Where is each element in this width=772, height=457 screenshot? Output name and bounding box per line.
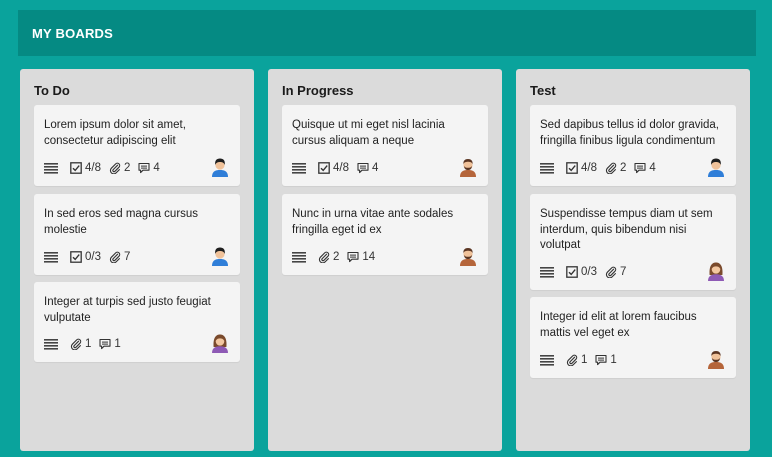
comment-icon <box>595 354 607 366</box>
checklist-count: 4/8 <box>70 162 101 174</box>
comment-count: 4 <box>138 162 160 174</box>
boards-title[interactable]: MY BOARDS <box>32 26 113 41</box>
card[interactable]: Suspendisse tempus diam ut sem interdum,… <box>530 194 736 290</box>
card-meta: 4/8 2 4 <box>44 160 230 176</box>
description-lines-icon <box>292 251 306 263</box>
description-lines-icon <box>540 266 554 278</box>
checklist-count: 4/8 <box>566 162 597 174</box>
avatar-man-dark-hair-icon[interactable] <box>210 246 230 266</box>
description-lines-icon <box>292 162 306 174</box>
card[interactable]: In sed eros sed magna cursus molestie 0/… <box>34 194 240 275</box>
comment-icon <box>357 162 369 174</box>
card[interactable]: Nunc in urna vitae ante sodales fringill… <box>282 194 488 275</box>
column-title: In Progress <box>282 83 354 98</box>
column-in-progress: In Progress Quisque ut mi eget nisl laci… <box>268 69 502 451</box>
attachment-count: 2 <box>109 162 130 174</box>
card-text: In sed eros sed magna cursus molestie <box>44 208 199 236</box>
attachment-count: 7 <box>605 266 626 278</box>
comment-icon <box>347 251 359 263</box>
checkbox-icon <box>566 266 578 278</box>
avatar-man-beard-icon[interactable] <box>458 246 478 266</box>
card-text: Integer id elit at lorem faucibus mattis… <box>540 311 697 339</box>
card-meta: 1 1 <box>540 352 726 368</box>
board-columns: To Do Lorem ipsum dolor sit amet, consec… <box>20 69 750 451</box>
checklist-count: 0/3 <box>70 251 101 263</box>
card-text: Suspendisse tempus diam ut sem interdum,… <box>540 208 713 251</box>
description-lines-icon <box>44 162 58 174</box>
card[interactable]: Lorem ipsum dolor sit amet, consectetur … <box>34 105 240 186</box>
card-text: Lorem ipsum dolor sit amet, consectetur … <box>44 119 186 147</box>
description-lines-icon <box>44 251 58 263</box>
checkbox-icon <box>70 251 82 263</box>
checklist-count: 0/3 <box>566 266 597 278</box>
paperclip-icon <box>109 162 121 174</box>
checklist-count: 4/8 <box>318 162 349 174</box>
comment-count: 4 <box>357 162 378 174</box>
card-meta: 4/8 4 <box>292 160 478 176</box>
attachment-count: 1 <box>566 354 587 366</box>
attachment-count: 2 <box>605 162 626 174</box>
description-lines-icon <box>540 354 554 366</box>
avatar-woman-icon[interactable] <box>706 261 726 281</box>
column-title: Test <box>530 83 556 98</box>
comment-icon <box>634 162 646 174</box>
paperclip-icon <box>605 266 617 278</box>
avatar-man-dark-hair-icon[interactable] <box>706 157 726 177</box>
paperclip-icon <box>605 162 617 174</box>
paperclip-icon <box>70 338 82 350</box>
card-meta: 1 1 <box>44 336 230 352</box>
card-meta: 2 14 <box>292 249 478 265</box>
card[interactable]: Integer at turpis sed justo feugiat vulp… <box>34 282 240 362</box>
avatar-man-beard-icon[interactable] <box>458 157 478 177</box>
avatar-man-beard-icon[interactable] <box>706 349 726 369</box>
column-to-do: To Do Lorem ipsum dolor sit amet, consec… <box>20 69 254 451</box>
paperclip-icon <box>318 251 330 263</box>
paperclip-icon <box>566 354 578 366</box>
card[interactable]: Quisque ut mi eget nisl lacinia cursus a… <box>282 105 488 186</box>
comment-icon <box>99 338 111 350</box>
card[interactable]: Integer id elit at lorem faucibus mattis… <box>530 297 736 378</box>
card-text: Integer at turpis sed justo feugiat vulp… <box>44 296 211 324</box>
paperclip-icon <box>109 251 121 263</box>
comment-count: 1 <box>595 354 617 366</box>
comment-count: 1 <box>99 338 121 350</box>
comment-icon <box>138 162 150 174</box>
app-header: MY BOARDS <box>18 10 756 56</box>
comment-count: 4 <box>634 162 656 174</box>
comment-count: 14 <box>347 251 375 263</box>
card-text: Nunc in urna vitae ante sodales fringill… <box>292 208 454 236</box>
card-meta: 0/3 7 <box>44 249 230 265</box>
card-meta: 4/8 2 4 <box>540 160 726 176</box>
avatar-man-dark-hair-icon[interactable] <box>210 157 230 177</box>
checkbox-icon <box>318 162 330 174</box>
card[interactable]: Sed dapibus tellus id dolor gravida, fri… <box>530 105 736 186</box>
description-lines-icon <box>540 162 554 174</box>
checkbox-icon <box>70 162 82 174</box>
attachment-count: 7 <box>109 251 130 263</box>
card-meta: 0/3 7 <box>540 264 726 280</box>
checkbox-icon <box>566 162 578 174</box>
card-text: Sed dapibus tellus id dolor gravida, fri… <box>540 119 720 147</box>
description-lines-icon <box>44 338 58 350</box>
attachment-count: 1 <box>70 338 91 350</box>
avatar-woman-icon[interactable] <box>210 333 230 353</box>
column-title: To Do <box>34 83 70 98</box>
attachment-count: 2 <box>318 251 339 263</box>
column-test: Test Sed dapibus tellus id dolor gravida… <box>516 69 750 451</box>
card-text: Quisque ut mi eget nisl lacinia cursus a… <box>292 119 445 147</box>
